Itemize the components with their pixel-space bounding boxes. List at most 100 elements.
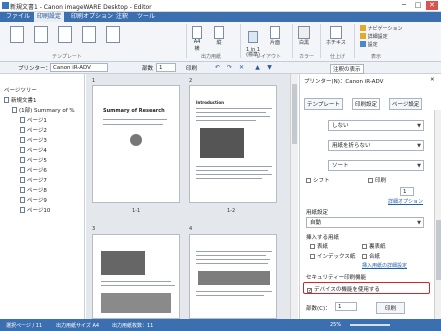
- tree-item[interactable]: ページ6: [20, 166, 47, 174]
- setting-dropdown-3[interactable]: ソート ▼: [328, 160, 424, 171]
- page-thumbnail[interactable]: Introduction: [189, 85, 277, 203]
- annotation-toggle[interactable]: 注釈の表示: [330, 64, 364, 74]
- page-icon: [20, 137, 25, 143]
- template-button-1[interactable]: [10, 26, 24, 43]
- orientation-button[interactable]: 縦: [214, 26, 224, 46]
- menu-file[interactable]: ファイル: [3, 12, 33, 22]
- menu-print-settings[interactable]: 印刷設定: [34, 12, 65, 22]
- page-thumbnail[interactable]: [189, 234, 277, 319]
- close-button[interactable]: ✕: [426, 1, 438, 10]
- tree-item[interactable]: ページ1: [20, 116, 47, 124]
- template-button-2[interactable]: [34, 26, 48, 43]
- page-down-icon[interactable]: ▼: [266, 64, 273, 71]
- close-panel-icon[interactable]: ✕: [430, 77, 435, 83]
- print-button[interactable]: 印刷: [186, 64, 197, 72]
- insert-detail-link[interactable]: 挿入用紙の詳細設定: [362, 262, 407, 269]
- print-option[interactable]: 印刷: [368, 176, 386, 184]
- tab-template[interactable]: テンプレート: [304, 98, 343, 110]
- page-icon: [20, 167, 25, 173]
- tree-item[interactable]: ページ5: [20, 156, 47, 164]
- copies-input[interactable]: 1: [335, 302, 357, 311]
- paper-size-button[interactable]: A4 横: [192, 26, 202, 52]
- menu-tools[interactable]: ツール: [134, 12, 158, 22]
- shift-option[interactable]: シフト: [306, 176, 330, 184]
- setting-dropdown-2[interactable]: 用紙を折らない ▼: [328, 140, 424, 151]
- checkbox[interactable]: [306, 178, 311, 183]
- divider: [240, 24, 241, 58]
- detail-toggle[interactable]: 詳細設定: [360, 33, 388, 40]
- navigation-toggle[interactable]: ナビゲーション: [360, 25, 403, 32]
- tree-item[interactable]: ページ10: [20, 206, 50, 214]
- orientation-label: 縦: [216, 40, 222, 46]
- setting-dropdown-1[interactable]: しない ▼: [328, 120, 424, 131]
- printer-select[interactable]: Canon iR-ADV: [50, 63, 108, 72]
- panel-scrollbar[interactable]: [434, 110, 441, 319]
- dropdown-value: 用紙を折らない: [332, 143, 371, 149]
- page-icon: [20, 147, 25, 153]
- paper-source-dropdown[interactable]: 自動 ▼: [306, 217, 424, 228]
- scrollbar-thumb[interactable]: [436, 220, 441, 280]
- checkbox[interactable]: [310, 244, 315, 249]
- template-button-4[interactable]: [82, 26, 96, 43]
- text-line: [101, 281, 171, 282]
- menu-annotation[interactable]: 注釈: [113, 12, 131, 22]
- checkbox[interactable]: [368, 178, 373, 183]
- color-button[interactable]: 白黒: [298, 26, 310, 46]
- chevron-down-icon: ▼: [417, 220, 421, 226]
- finish-group-label: 仕上げ: [330, 54, 346, 60]
- template-group-label: テンプレート: [52, 54, 82, 60]
- paper-group-label: 出力用紙: [201, 54, 222, 60]
- scrollbar-thumb[interactable]: [292, 84, 297, 144]
- page-tree-title: ページツリー: [4, 88, 37, 94]
- shift-value-input[interactable]: 1: [400, 187, 414, 196]
- tree-item[interactable]: ページ4: [20, 146, 47, 154]
- tree-item[interactable]: ページ8: [20, 186, 47, 194]
- slip-sheet-option[interactable]: 合紙: [362, 252, 380, 260]
- text-line: [196, 108, 272, 109]
- checkbox-checked[interactable]: ✓: [307, 288, 312, 294]
- document-scrollbar[interactable]: [290, 74, 298, 319]
- tab-print-settings[interactable]: 印刷設定: [352, 98, 381, 110]
- checkbox[interactable]: [362, 244, 367, 249]
- text-line: [196, 170, 268, 171]
- tree-item[interactable]: 新規文書1: [4, 96, 37, 104]
- text-line: [103, 124, 163, 125]
- duplex-button[interactable]: 片面: [270, 26, 280, 46]
- menu-print-options[interactable]: 印刷オプション: [68, 12, 116, 22]
- index-paper-option[interactable]: インデックス紙: [310, 252, 355, 260]
- text-line: [101, 285, 175, 286]
- text-line: [196, 116, 270, 117]
- tree-item[interactable]: ページ2: [20, 126, 47, 134]
- tree-item-label: ページ5: [27, 158, 47, 164]
- tree-item[interactable]: ページ7: [20, 176, 47, 184]
- tree-item[interactable]: (1部) Summary of %: [12, 106, 75, 114]
- page-icon: [20, 127, 25, 133]
- copies-input[interactable]: 1: [156, 63, 176, 72]
- checkbox[interactable]: [310, 254, 315, 259]
- delete-icon[interactable]: ✕: [238, 64, 245, 71]
- insert-paper-label: 挿入する用紙: [306, 235, 340, 241]
- template-button-3[interactable]: [58, 26, 72, 43]
- undo-icon[interactable]: ↶: [214, 64, 221, 71]
- minimize-button[interactable]: ─: [398, 1, 410, 10]
- zoom-slider[interactable]: [350, 324, 390, 326]
- page-thumbnail[interactable]: [92, 234, 180, 319]
- page-number: 3: [92, 226, 96, 232]
- print-button[interactable]: 印刷: [376, 302, 406, 314]
- tab-page-settings[interactable]: ページ設定: [389, 98, 423, 110]
- back-cover-option[interactable]: 裏表紙: [362, 242, 386, 250]
- staple-button[interactable]: ホチキス: [326, 26, 346, 46]
- tree-item[interactable]: ページ3: [20, 136, 47, 144]
- detail-option-link[interactable]: 詳細オプション: [388, 198, 423, 205]
- template-button-5[interactable]: [106, 26, 120, 43]
- checkbox[interactable]: [362, 254, 367, 259]
- tree-item[interactable]: ページ9: [20, 196, 47, 204]
- page-thumbnail[interactable]: Summary of Research: [92, 85, 180, 203]
- maximize-button[interactable]: □: [412, 1, 424, 10]
- redo-icon[interactable]: ↷: [226, 64, 233, 71]
- cover-option[interactable]: 表紙: [310, 242, 328, 250]
- security-option[interactable]: ✓ デバイスの機能を使用する: [307, 285, 380, 294]
- settings-toggle[interactable]: 設定: [360, 41, 378, 48]
- photo-image: [198, 271, 270, 285]
- page-up-icon[interactable]: ▲: [254, 64, 261, 71]
